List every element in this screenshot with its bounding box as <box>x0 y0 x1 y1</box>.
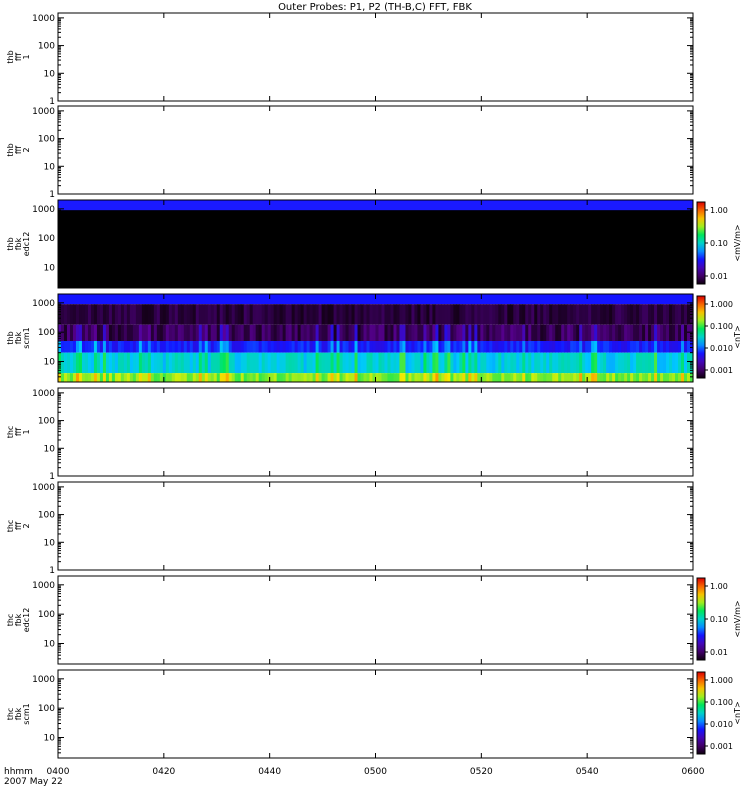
panel-5: 1000100101thc fff 1 <box>6 387 694 482</box>
panels: 1000100101thb fff 11000100101thb fff 2100010… <box>6 12 742 759</box>
panel-1: 1000100101thb fff 1 <box>6 12 694 107</box>
panel-label-line: scm1 <box>22 703 31 724</box>
colorbar <box>696 295 706 379</box>
y-tick-label: 10 <box>44 538 56 548</box>
panel-frame <box>57 387 694 477</box>
colorbar <box>696 577 706 661</box>
colorbar <box>696 201 706 285</box>
y-tick-label: 1000 <box>32 675 55 685</box>
panel-frame <box>57 105 694 195</box>
y-tick-label: 100 <box>38 328 55 338</box>
x-tick-label: 0600 <box>682 767 705 777</box>
panel-frame <box>57 12 694 102</box>
y-tick-label: 100 <box>38 234 55 244</box>
x-tick-label: 0500 <box>364 767 387 777</box>
colorbar-tick-label: 0.010 <box>710 720 733 729</box>
y-tick-label: 1 <box>49 566 55 576</box>
y-tick-label: 100 <box>38 610 55 620</box>
time-axis-label: hhmm <box>4 767 33 777</box>
colorbar-tick-label: 1.00 <box>710 206 728 215</box>
colorbar-tick-label: 1.00 <box>710 582 728 591</box>
y-tick-label: 1000 <box>32 299 55 309</box>
panel-label-line: 2 <box>22 523 31 528</box>
date-label: 2007 May 22 <box>4 777 63 787</box>
colorbar-tick-label: 1.000 <box>710 676 733 685</box>
x-tick-label: 0520 <box>470 767 493 777</box>
figure-title: Outer Probes: P1, P2 (TH-B,C) FFT, FBK <box>278 2 472 13</box>
y-tick-label: 100 <box>38 135 55 145</box>
y-tick-label: 1000 <box>32 389 55 399</box>
panel-label-line: 1 <box>22 54 31 59</box>
y-tick-label: 100 <box>38 417 55 427</box>
y-tick-label: 1 <box>49 190 55 200</box>
panel-frame <box>57 575 694 665</box>
colorbar-label: <mV/m> <box>733 224 742 261</box>
panel-2: 1000100101thb fff 2 <box>6 105 694 200</box>
panel-label-line: edc12 <box>22 608 31 633</box>
colorbar-label: <nT> <box>733 325 742 348</box>
y-tick-label: 1000 <box>32 581 55 591</box>
y-tick-label: 10 <box>44 639 56 649</box>
time-axis: 0400 0420 0440 0500 0520 0540 0600 <box>47 767 705 777</box>
y-tick-label: 1 <box>49 97 55 107</box>
y-tick-label: 100 <box>38 511 55 521</box>
y-tick-label: 10 <box>44 444 56 454</box>
y-tick-label: 1000 <box>32 14 55 24</box>
colorbar-tick-label: 0.10 <box>710 615 728 624</box>
y-tick-label: 100 <box>38 704 55 714</box>
y-tick-label: 10 <box>44 357 56 367</box>
scm-spectrum-cells <box>58 294 694 382</box>
panel-label-line: 1 <box>22 429 31 434</box>
x-tick-label: 0420 <box>152 767 175 777</box>
y-tick-label: 10 <box>44 69 56 79</box>
colorbar <box>696 671 706 755</box>
spectrogram-figure: Outer Probes: P1, P2 (TH-B,C) FFT, FBK 1… <box>4 2 742 787</box>
edc-spectrum-fill <box>58 200 693 288</box>
colorbar-tick-label: 0.001 <box>710 366 733 375</box>
panel-7: 100010010thc fbk edc121.000.100.01<mV/m> <box>6 575 742 665</box>
panel-4: 100010010thb fbk scm11.0000.1000.0100.001<… <box>6 293 742 383</box>
y-tick-label: 10 <box>44 733 56 743</box>
y-tick-label: 10 <box>44 162 56 172</box>
colorbar-tick-label: 0.10 <box>710 239 728 248</box>
colorbar-tick-label: 0.001 <box>710 742 733 751</box>
y-tick-label: 10 <box>44 263 56 273</box>
panel-frame <box>57 481 694 571</box>
y-tick-label: 1000 <box>32 205 55 215</box>
colorbar-tick-label: 0.010 <box>710 344 733 353</box>
x-tick-label: 0400 <box>47 767 70 777</box>
y-tick-label: 1000 <box>32 483 55 493</box>
panel-8: 100010010thc fbk scm11.0000.1000.0100.001<… <box>6 669 742 759</box>
colorbar-tick-label: 0.100 <box>710 698 733 707</box>
colorbar-tick-label: 0.100 <box>710 322 733 331</box>
x-tick-label: 0440 <box>258 767 281 777</box>
colorbar-label: <mV/m> <box>733 600 742 637</box>
x-tick-label: 0540 <box>576 767 599 777</box>
y-tick-label: 1000 <box>32 107 55 117</box>
panel-label-line: 2 <box>22 147 31 152</box>
y-tick-label: 1 <box>49 472 55 482</box>
panel-label-line: edc12 <box>22 232 31 257</box>
panel-label-line: scm1 <box>22 327 31 348</box>
y-tick-label: 100 <box>38 42 55 52</box>
colorbar-tick-label: 1.000 <box>710 300 733 309</box>
colorbar-label: <nT> <box>733 701 742 724</box>
colorbar-tick-label: 0.01 <box>710 272 728 281</box>
panel-frame <box>57 669 694 759</box>
panel-3: 100010010thb fbk edc121.000.100.01<mV/m> <box>6 199 742 289</box>
panel-6: 1000100101thc fff 2 <box>6 481 694 576</box>
colorbar-tick-label: 0.01 <box>710 648 728 657</box>
